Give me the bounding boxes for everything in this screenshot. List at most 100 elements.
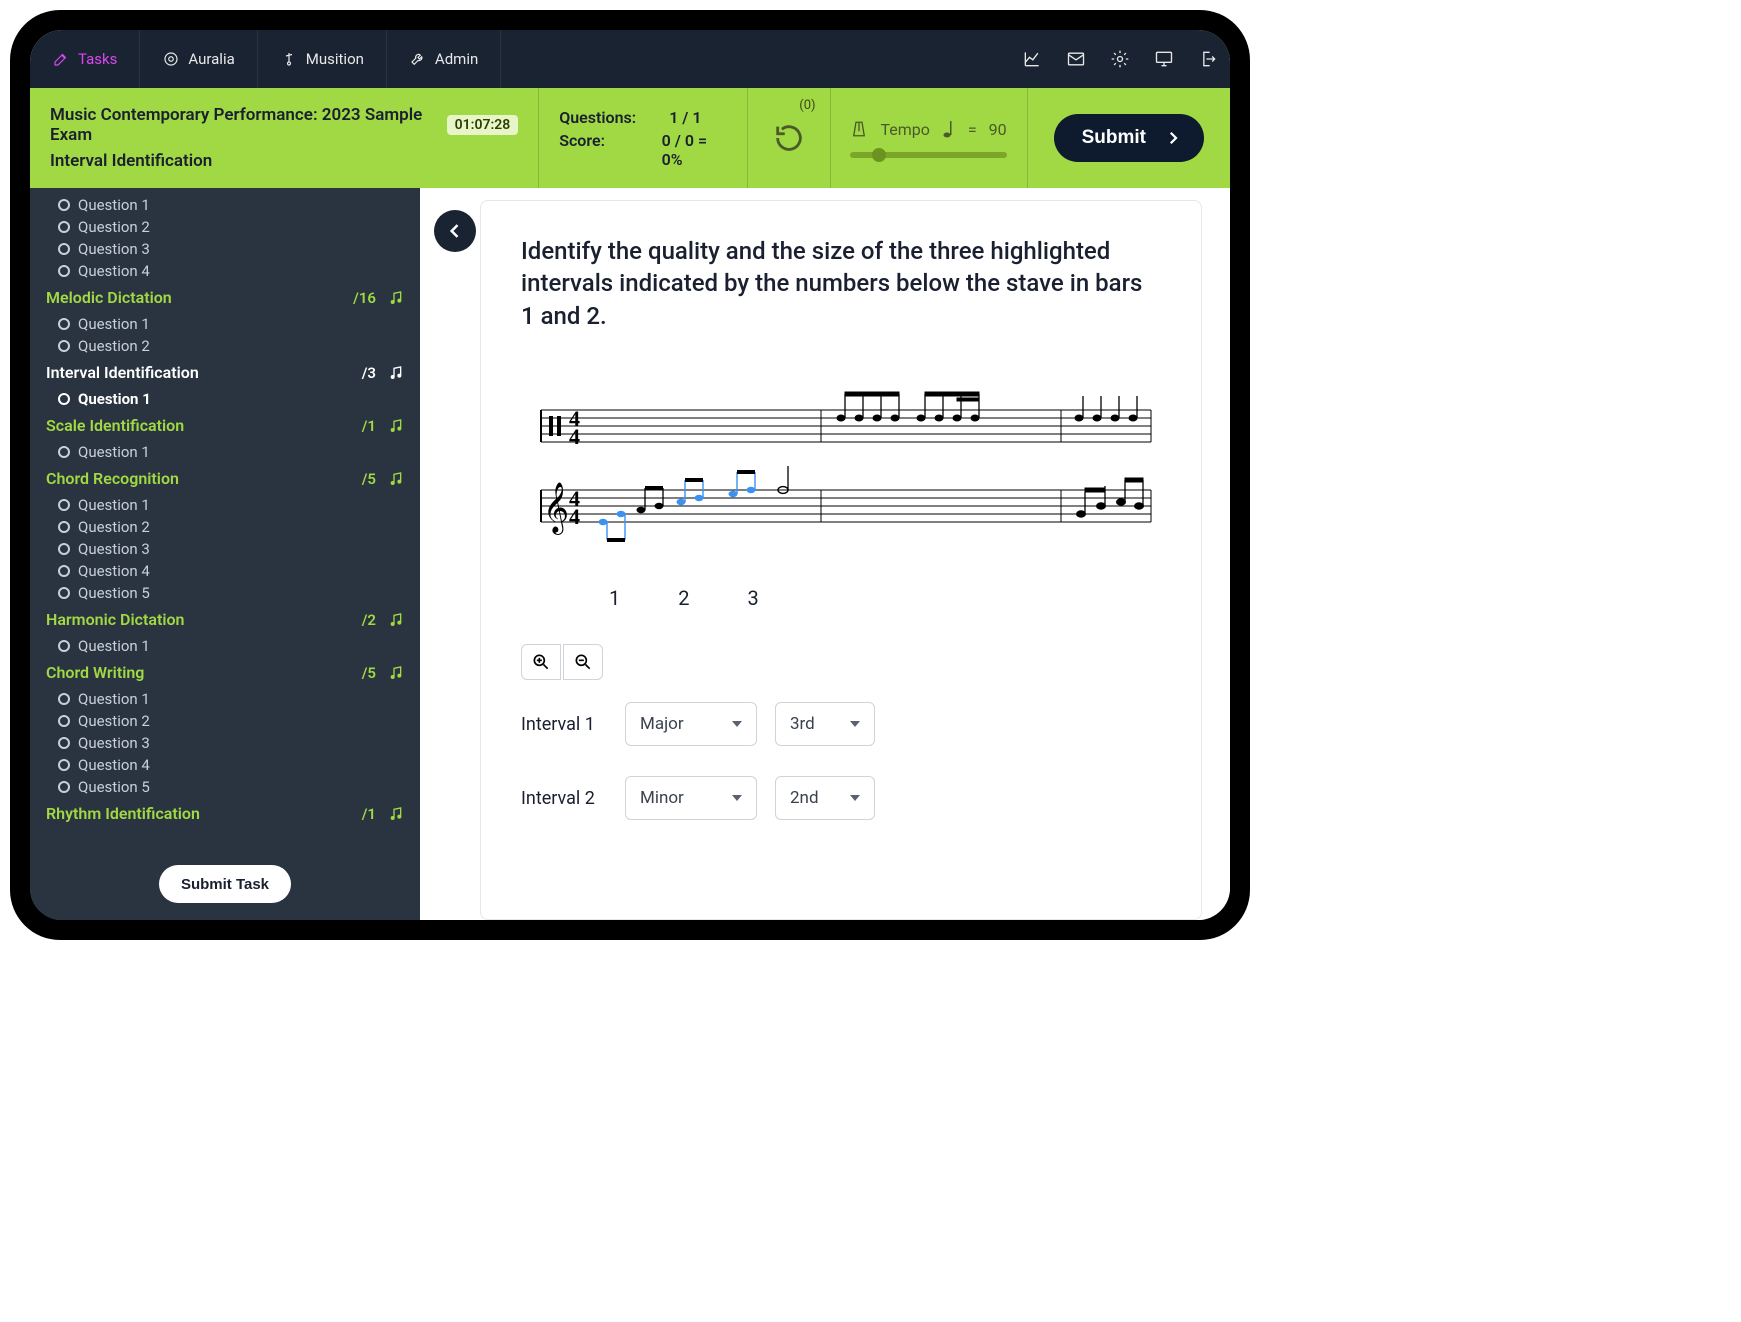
- section-points: /1: [362, 805, 376, 823]
- submit-button-label: Submit: [1082, 127, 1146, 149]
- question-label: Question 1: [78, 315, 150, 333]
- sidebar-question[interactable]: Question 5: [30, 776, 420, 798]
- quality-select[interactable]: Major: [625, 702, 757, 746]
- sidebar-question[interactable]: Question 1: [30, 635, 420, 657]
- interval-numbers: 123: [609, 586, 1161, 610]
- question-status-dot: [58, 265, 70, 277]
- sidebar-question[interactable]: Question 3: [30, 238, 420, 260]
- logout-icon-button[interactable]: [1186, 30, 1230, 88]
- zoom-out-button[interactable]: [563, 644, 603, 680]
- question-label: Question 4: [78, 756, 150, 774]
- question-status-dot: [58, 759, 70, 771]
- sidebar-section[interactable]: Chord Writing/5: [30, 657, 420, 688]
- edit-icon: [52, 50, 70, 68]
- tempo-eq: =: [968, 120, 977, 139]
- sidebar-question[interactable]: Question 1: [30, 494, 420, 516]
- sidebar-question[interactable]: Question 2: [30, 516, 420, 538]
- interval-label: Interval 1: [521, 714, 607, 735]
- wrench-icon: [409, 50, 427, 68]
- sidebar-section[interactable]: Chord Recognition/5: [30, 463, 420, 494]
- sidebar-question[interactable]: Question 4: [30, 754, 420, 776]
- size-select[interactable]: 3rd: [775, 702, 875, 746]
- question-status-dot: [58, 543, 70, 555]
- topic-title: Interval Identification: [50, 151, 518, 171]
- sidebar-section[interactable]: Rhythm Identification/1: [30, 798, 420, 829]
- sidebar-question[interactable]: Question 3: [30, 732, 420, 754]
- sidebar-question[interactable]: Question 1: [30, 194, 420, 216]
- interval-label: Interval 2: [521, 788, 607, 809]
- chevron-down-icon: [732, 721, 742, 727]
- sidebar-question[interactable]: Question 1: [30, 313, 420, 335]
- sidebar-question[interactable]: Question 1: [30, 441, 420, 463]
- section-title: Rhythm Identification: [46, 804, 200, 823]
- metronome-icon: [850, 118, 868, 140]
- sidebar-section[interactable]: Melodic Dictation/16: [30, 282, 420, 313]
- svg-text:4: 4: [569, 504, 580, 529]
- messages-icon-button[interactable]: [1054, 30, 1098, 88]
- section-title: Chord Recognition: [46, 469, 179, 488]
- question-label: Question 4: [78, 562, 150, 580]
- section-title: Harmonic Dictation: [46, 610, 184, 629]
- sidebar-question[interactable]: Question 2: [30, 335, 420, 357]
- sidebar-section[interactable]: Scale Identification/1: [30, 410, 420, 441]
- replay-button[interactable]: (0): [748, 88, 830, 188]
- questions-value: 1 / 1: [669, 108, 701, 127]
- sidebar-question[interactable]: Question 2: [30, 710, 420, 732]
- question-label: Question 1: [78, 196, 150, 214]
- question-sidebar: Question 1Question 2Question 3Question 4…: [30, 188, 420, 920]
- tempo-slider[interactable]: [850, 152, 1006, 158]
- score-value: 0 / 0 = 0%: [662, 131, 727, 169]
- sidebar-question[interactable]: Question 4: [30, 560, 420, 582]
- answer-row: Interval 2 Minor 2nd: [521, 776, 1161, 820]
- question-label: Question 1: [78, 496, 150, 514]
- monitor-icon: [1154, 49, 1174, 69]
- nav-tab-admin[interactable]: Admin: [387, 30, 501, 88]
- submit-button[interactable]: Submit: [1054, 114, 1204, 162]
- top-nav: Tasks Auralia Musition Admin: [30, 30, 1230, 88]
- section-points: /5: [362, 664, 376, 682]
- zoom-in-button[interactable]: [521, 644, 561, 680]
- chevron-down-icon: [850, 795, 860, 801]
- sidebar-question[interactable]: Question 3: [30, 538, 420, 560]
- music-icon: [388, 665, 404, 681]
- sidebar-question[interactable]: Question 5: [30, 582, 420, 604]
- sidebar-question[interactable]: Question 1: [30, 388, 420, 410]
- question-status-dot: [58, 565, 70, 577]
- nav-tab-musition[interactable]: Musition: [258, 30, 387, 88]
- quality-select[interactable]: Minor: [625, 776, 757, 820]
- question-label: Question 2: [78, 518, 150, 536]
- quality-value: Minor: [640, 788, 684, 808]
- music-icon: [388, 290, 404, 306]
- section-points: /5: [362, 470, 376, 488]
- nav-tab-musition-label: Musition: [306, 50, 364, 68]
- display-icon-button[interactable]: [1142, 30, 1186, 88]
- sidebar-section[interactable]: Interval Identification/3: [30, 357, 420, 388]
- tempo-control: Tempo = 90: [830, 88, 1026, 188]
- sidebar-question[interactable]: Question 1: [30, 688, 420, 710]
- gear-icon: [1110, 49, 1130, 69]
- question-status-dot: [58, 521, 70, 533]
- nav-tab-auralia[interactable]: Auralia: [140, 30, 257, 88]
- question-label: Question 1: [78, 690, 150, 708]
- back-button[interactable]: [434, 210, 476, 252]
- reports-icon-button[interactable]: [1010, 30, 1054, 88]
- section-title: Interval Identification: [46, 363, 199, 382]
- question-status-dot: [58, 499, 70, 511]
- music-score: 4 4: [521, 380, 1161, 580]
- logout-icon: [1198, 49, 1218, 69]
- settings-icon-button[interactable]: [1098, 30, 1142, 88]
- sidebar-question[interactable]: Question 2: [30, 216, 420, 238]
- sidebar-question[interactable]: Question 4: [30, 260, 420, 282]
- nav-tab-tasks[interactable]: Tasks: [30, 30, 140, 88]
- section-title: Scale Identification: [46, 416, 184, 435]
- timer-badge: 01:07:28: [447, 115, 519, 135]
- size-select[interactable]: 2nd: [775, 776, 875, 820]
- question-label: Question 3: [78, 240, 150, 258]
- questions-label: Questions:: [559, 108, 659, 127]
- ear-icon: [162, 50, 180, 68]
- nav-tab-tasks-label: Tasks: [78, 50, 117, 68]
- question-prompt: Identify the quality and the size of the…: [521, 235, 1161, 332]
- sidebar-section[interactable]: Harmonic Dictation/2: [30, 604, 420, 635]
- question-status-dot: [58, 243, 70, 255]
- submit-task-button[interactable]: Submit Task: [159, 865, 291, 903]
